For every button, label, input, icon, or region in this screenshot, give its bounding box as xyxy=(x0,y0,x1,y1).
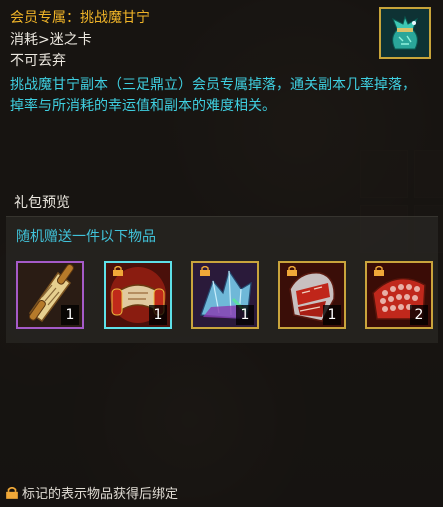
gift-preview-subtitle: 随机赠送一件以下物品 xyxy=(16,229,156,245)
item-quantity: 1 xyxy=(61,305,79,325)
bind-lock-icon xyxy=(374,266,384,276)
item-quantity: 1 xyxy=(149,305,167,325)
bind-status-text: 不可丢弃 xyxy=(10,53,66,69)
bind-note: 标记的表示物品获得后绑定 xyxy=(5,483,178,502)
consume-text: 消耗>迷之卡 xyxy=(10,32,92,48)
gift-item-slot[interactable]: 1 xyxy=(104,261,172,329)
item-description: 挑战魔甘宁副本（三足鼎立）会员专属掉落，通关副本几率掉落，掉率与所消耗的幸运值和… xyxy=(10,77,416,114)
bind-lock-icon xyxy=(6,487,18,499)
bind-lock-icon xyxy=(113,266,123,276)
green-gift-bag-icon xyxy=(379,7,431,59)
gift-item-slot[interactable]: 1 xyxy=(191,261,259,329)
item-quantity: 1 xyxy=(323,305,341,325)
gift-preview-title: 礼包预览 xyxy=(14,195,70,211)
gift-item-slot[interactable]: 2 xyxy=(365,261,433,329)
item-quantity: 1 xyxy=(236,305,254,325)
gift-item-slot[interactable]: 1 xyxy=(278,261,346,329)
item-title: 会员专属：挑战魔甘宁 xyxy=(10,10,150,26)
item-quantity: 2 xyxy=(410,305,428,325)
bind-note-text: 标记的表示物品获得后绑定 xyxy=(22,487,179,502)
bind-lock-icon xyxy=(200,266,210,276)
bind-lock-icon xyxy=(287,266,297,276)
item-tooltip: 会员专属：挑战魔甘宁 消耗>迷之卡 不可丢弃 挑战魔甘宁副本（三足鼎立）会员专属… xyxy=(0,0,443,507)
gift-item-slot[interactable]: 1 xyxy=(16,261,84,329)
